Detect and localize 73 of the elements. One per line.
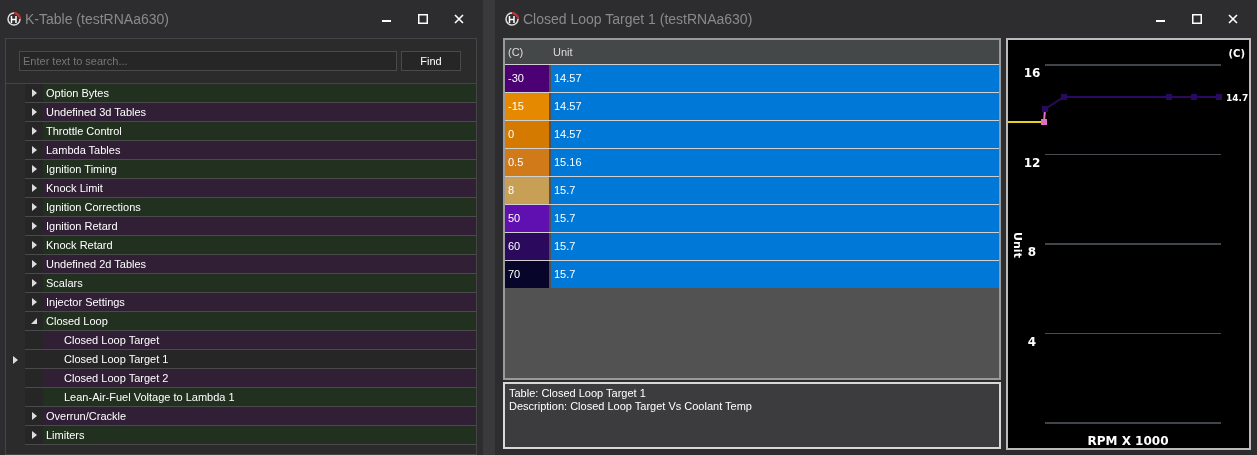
y-tick-label: 16: [1023, 66, 1041, 80]
value-cell[interactable]: 14.57: [551, 121, 999, 148]
tree-item[interactable]: Overrun/Crackle: [6, 407, 476, 426]
tree-item[interactable]: Lean-Air-Fuel Voltage to Lambda 1: [6, 388, 476, 407]
value-cell[interactable]: 15.16: [551, 149, 999, 176]
value-cell[interactable]: 15.7: [551, 261, 999, 288]
search-field[interactable]: Enter text to search...: [19, 51, 397, 71]
expand-arrow-icon[interactable]: [31, 108, 37, 116]
expand-arrow-icon[interactable]: [31, 241, 37, 249]
axis-cell: 70: [505, 261, 549, 288]
y-tick-label: 4: [1027, 334, 1037, 349]
axis-cell: 0.5: [505, 149, 549, 176]
axis-cell: 50: [505, 205, 549, 232]
axis-cell: -15: [505, 93, 549, 120]
tree-item[interactable]: Knock Retard: [6, 236, 476, 255]
axis-cell: -30: [505, 65, 549, 92]
legend-label: (C): [1228, 48, 1245, 59]
value-cell[interactable]: 14.57: [551, 65, 999, 92]
expand-arrow-icon[interactable]: [31, 279, 37, 287]
window-title: K-Table (testRNAa630): [25, 9, 169, 29]
expand-arrow-icon[interactable]: [31, 146, 37, 154]
tree-item[interactable]: Option Bytes: [6, 84, 476, 103]
find-button[interactable]: Find: [401, 51, 461, 71]
logo-icon: [505, 12, 519, 26]
expand-arrow-icon[interactable]: [31, 127, 37, 135]
tree-item[interactable]: Ignition Corrections: [6, 198, 476, 217]
logo-icon: [7, 12, 21, 26]
description-text: Description: Closed Loop Target Vs Coolant Temp: [509, 400, 753, 413]
current-row-icon: [13, 355, 18, 364]
value-label: 14.7: [1226, 93, 1249, 103]
expand-arrow-icon[interactable]: [31, 203, 37, 211]
x-axis-label: RPM X 1000: [1087, 434, 1169, 448]
tree-item[interactable]: Closed Loop Target: [6, 331, 476, 350]
axis-cell: 0: [505, 121, 549, 148]
expand-arrow-icon[interactable]: [31, 298, 37, 306]
tree-item[interactable]: Knock Limit: [6, 179, 476, 198]
tree-item[interactable]: Closed Loop: [6, 312, 476, 331]
tree-item[interactable]: Scalars: [6, 274, 476, 293]
column-header: Unit: [552, 44, 573, 60]
axis-cell: 8: [505, 177, 549, 204]
tree-item[interactable]: Ignition Retard: [6, 217, 476, 236]
y-tick-label: 8: [1027, 245, 1037, 259]
description-text: Table: Closed Loop Target 1: [509, 387, 647, 400]
expand-arrow-icon[interactable]: [31, 165, 37, 173]
expand-arrow-icon[interactable]: [31, 89, 37, 97]
value-cell[interactable]: 14.57: [551, 93, 999, 120]
maximize-icon: [418, 14, 428, 24]
tree-item[interactable]: Lambda Tables: [6, 141, 476, 160]
expand-arrow-icon[interactable]: [31, 260, 37, 268]
close-icon: [454, 14, 464, 24]
tree-item[interactable]: Undefined 3d Tables: [6, 103, 476, 122]
column-header: (C): [507, 44, 525, 60]
axis-cell: 60: [505, 233, 549, 260]
tree-item[interactable]: Limiters: [6, 426, 476, 445]
window-title: Closed Loop Target 1 (testRNAa630): [523, 9, 753, 29]
expand-arrow-icon[interactable]: [31, 222, 37, 230]
value-cell[interactable]: 15.7: [551, 233, 999, 260]
tree-item[interactable]: Undefined 2d Tables: [6, 255, 476, 274]
expand-arrow-icon[interactable]: [31, 412, 37, 420]
y-axis-label: Unit: [1011, 232, 1024, 258]
expand-arrow-icon[interactable]: [31, 431, 37, 439]
close-icon: [1228, 14, 1238, 24]
expand-arrow-icon[interactable]: [31, 184, 37, 192]
tree-item[interactable]: Closed Loop Target 1: [6, 350, 476, 369]
tree-item[interactable]: Throttle Control: [6, 122, 476, 141]
maximize-icon: [1192, 14, 1202, 24]
value-cell[interactable]: 15.7: [551, 177, 999, 204]
tree-item[interactable]: Injector Settings: [6, 293, 476, 312]
collapse-arrow-icon[interactable]: [31, 318, 37, 324]
tree-item[interactable]: Ignition Timing: [6, 160, 476, 179]
value-cell[interactable]: 15.7: [551, 205, 999, 232]
y-tick-label: 12: [1023, 155, 1041, 170]
tree-item[interactable]: Closed Loop Target 2: [6, 369, 476, 388]
